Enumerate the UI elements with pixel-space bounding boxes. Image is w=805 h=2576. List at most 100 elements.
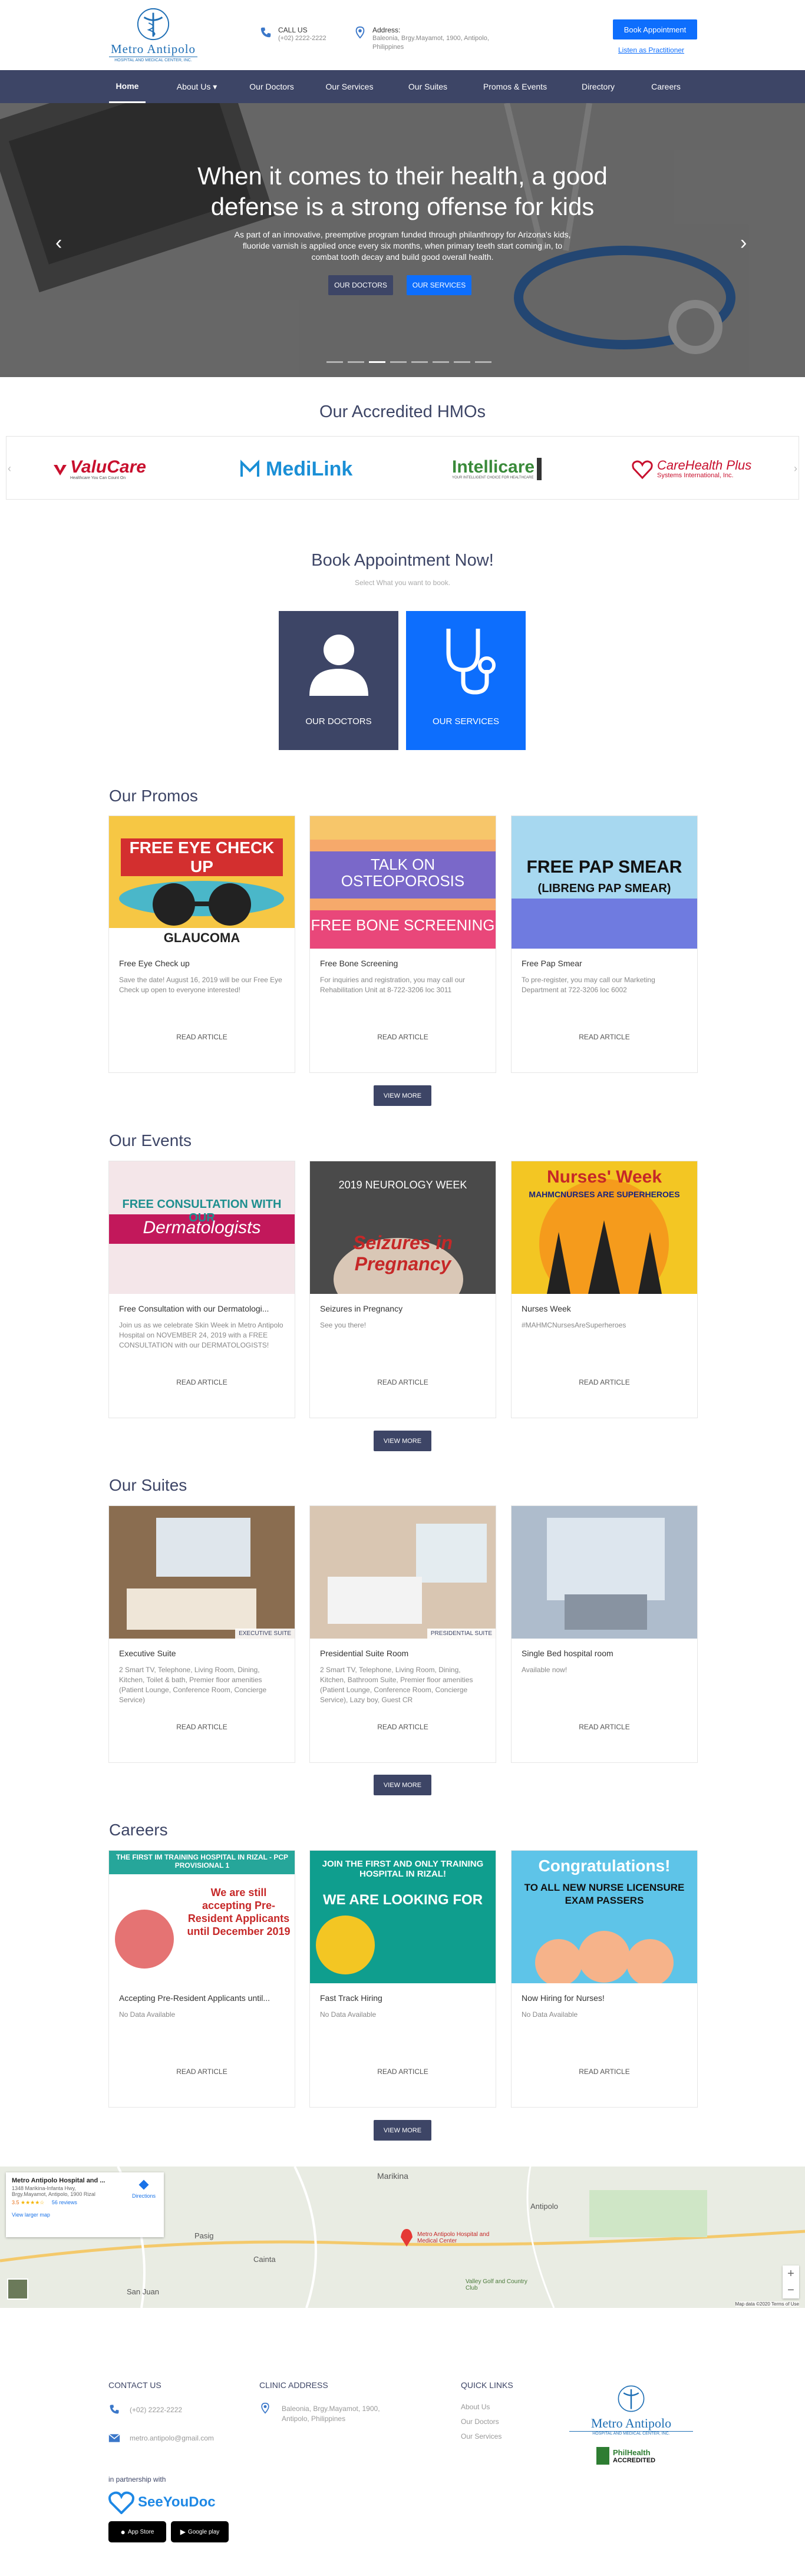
- career-title[interactable]: Fast Track Hiring: [320, 1993, 488, 2003]
- nav-our-services[interactable]: Our Services: [320, 70, 379, 103]
- suite-title[interactable]: Presidential Suite Room: [320, 1649, 488, 1658]
- career-title[interactable]: Accepting Pre-Resident Applicants until.…: [119, 1993, 287, 2003]
- google-map-embed[interactable]: Metro Antipolo Hospital and Medical Cent…: [0, 2167, 805, 2308]
- suite-title[interactable]: Single Bed hospital room: [522, 1649, 689, 1658]
- promo-title[interactable]: Free Eye Check up: [119, 959, 287, 968]
- event-title[interactable]: Nurses Week: [522, 1304, 689, 1313]
- career-card[interactable]: THE FIRST IM TRAINING HOSPITAL IN RIZAL …: [108, 1850, 295, 2108]
- hospital-logo[interactable]: Metro Antipolo HOSPITAL AND MEDICAL CENT…: [109, 7, 197, 63]
- executive-suite-photo: [109, 1506, 295, 1639]
- read-article-link[interactable]: READ ARTICLE: [512, 1378, 697, 1386]
- hmo-prev-icon[interactable]: ‹: [8, 463, 11, 475]
- suites-view-more-button[interactable]: VIEW MORE: [374, 1775, 431, 1795]
- suite-card[interactable]: EXECUTIVE SUITE Executive Suite 2 Smart …: [108, 1505, 295, 1763]
- suite-title[interactable]: Executive Suite: [119, 1649, 287, 1658]
- brand-name: Metro Antipolo: [110, 42, 196, 56]
- promo-card[interactable]: FREE EYE CHECK UP GLAUCOMA Free Eye Chec…: [108, 815, 295, 1073]
- read-article-link[interactable]: READ ARTICLE: [310, 1378, 496, 1386]
- book-appointment-button[interactable]: Book Appointment: [613, 19, 697, 39]
- rating-stars-icon: ★★★★☆: [21, 2199, 45, 2205]
- promo-desc: For inquiries and registration, you may …: [320, 976, 466, 994]
- app-store-badge[interactable]: ● App Store: [108, 2521, 166, 2542]
- hmo-logo-carehealth[interactable]: CareHealth Plus Systems International, I…: [631, 454, 751, 484]
- hero-title-line1: When it comes to their health, a good: [197, 162, 608, 190]
- zoom-out-icon[interactable]: −: [783, 2282, 799, 2298]
- brand-tagline: HOSPITAL AND MEDICAL CENTER, INC.: [109, 57, 197, 62]
- event-title[interactable]: Seizures in Pregnancy: [320, 1304, 488, 1313]
- caduceus-logo-icon: [137, 8, 170, 41]
- map-reviews-link[interactable]: 56 reviews: [52, 2199, 77, 2205]
- nav-directory[interactable]: Directory: [575, 70, 622, 103]
- suite-desc: Available now!: [522, 1666, 568, 1674]
- event-card[interactable]: Nurses' Week MAHMCNURSES ARE SUPERHEROES…: [511, 1161, 698, 1418]
- nav-home[interactable]: Home: [109, 70, 146, 103]
- hmo-logo-medilink[interactable]: MediLink: [240, 454, 352, 484]
- carousel-dot[interactable]: [411, 361, 428, 363]
- footer-link-doctors[interactable]: Our Doctors: [461, 2417, 499, 2427]
- carousel-dot[interactable]: [348, 361, 364, 363]
- read-article-link[interactable]: READ ARTICLE: [512, 1723, 697, 1731]
- hmo-logo-valucare[interactable]: ValuCare Healthcare You Can Count On: [52, 454, 146, 484]
- carousel-prev-icon[interactable]: ‹: [55, 232, 62, 255]
- carousel-dot[interactable]: [454, 361, 470, 363]
- carousel-next-icon[interactable]: ›: [740, 232, 747, 255]
- nav-promos-events[interactable]: Promos & Events: [477, 70, 553, 103]
- practitioner-link[interactable]: Listen as Practitioner: [618, 46, 684, 54]
- footer-link-about[interactable]: About Us: [461, 2402, 490, 2412]
- footer-email[interactable]: metro.antipolo@gmail.com: [130, 2433, 214, 2443]
- philhealth-name: PhilHealth: [613, 2448, 651, 2457]
- hero-title: When it comes to their health, a good de…: [0, 161, 805, 222]
- hero-our-doctors-button[interactable]: OUR DOCTORS: [328, 275, 393, 295]
- careers-view-more-button[interactable]: VIEW MORE: [374, 2120, 431, 2141]
- suite-card[interactable]: Single Bed hospital room Available now! …: [511, 1505, 698, 1763]
- carousel-dot[interactable]: [369, 361, 385, 363]
- nav-about-us[interactable]: About Us ▾: [170, 70, 223, 103]
- footer-hospital-logo[interactable]: Metro Antipolo HOSPITAL AND MEDICAL CENT…: [569, 2385, 693, 2436]
- promo-poster-bone: TALK ON OSTEOPOROSIS FREE BONE SCREENING: [310, 816, 496, 949]
- career-card[interactable]: JOIN THE FIRST AND ONLY TRAINING HOSPITA…: [309, 1850, 496, 2108]
- read-article-link[interactable]: READ ARTICLE: [109, 2068, 295, 2076]
- nav-our-suites[interactable]: Our Suites: [401, 70, 454, 103]
- map-larger-link[interactable]: View larger map: [12, 2212, 158, 2218]
- promo-card[interactable]: TALK ON OSTEOPOROSIS FREE BONE SCREENING…: [309, 815, 496, 1073]
- hmo-logo-intellicare[interactable]: Intellicare YOUR INTELLIGENT CHOICE FOR …: [452, 454, 542, 484]
- hero-our-services-button[interactable]: OUR SERVICES: [407, 275, 471, 295]
- read-article-link[interactable]: READ ARTICLE: [310, 1723, 496, 1731]
- promo-card[interactable]: FREE PAP SMEAR (LIBRENG PAP SMEAR) Free …: [511, 815, 698, 1073]
- map-label-pasig: Pasig: [194, 2231, 214, 2240]
- nav-our-doctors[interactable]: Our Doctors: [242, 70, 301, 103]
- read-article-link[interactable]: READ ARTICLE: [512, 2068, 697, 2076]
- career-card[interactable]: Congratulations! TO ALL NEW NURSE LICENS…: [511, 1850, 698, 2108]
- read-article-link[interactable]: READ ARTICLE: [109, 1378, 295, 1386]
- nav-careers[interactable]: Careers: [645, 70, 687, 103]
- read-article-link[interactable]: READ ARTICLE: [310, 2068, 496, 2076]
- career-title[interactable]: Now Hiring for Nurses!: [522, 1993, 689, 2003]
- carousel-dot[interactable]: [390, 361, 407, 363]
- google-play-badge[interactable]: ▶ Google play: [171, 2521, 229, 2542]
- footer-phone[interactable]: (+02) 2222-2222: [130, 2405, 182, 2415]
- map-satellite-toggle[interactable]: [7, 2278, 28, 2300]
- event-card[interactable]: 2019 NEUROLOGY WEEK Seizures in Pregnanc…: [309, 1161, 496, 1418]
- promo-title[interactable]: Free Pap Smear: [522, 959, 689, 968]
- carousel-dot[interactable]: [475, 361, 491, 363]
- promo-title[interactable]: Free Bone Screening: [320, 959, 488, 968]
- read-article-link[interactable]: READ ARTICLE: [512, 1033, 697, 1041]
- suite-card[interactable]: PRESIDENTIAL SUITE Presidential Suite Ro…: [309, 1505, 496, 1763]
- read-article-link[interactable]: READ ARTICLE: [109, 1033, 295, 1041]
- seeyoudoc-logo[interactable]: SeeYouDoc: [108, 2491, 216, 2514]
- footer-link-services[interactable]: Our Services: [461, 2432, 502, 2442]
- zoom-in-icon[interactable]: +: [783, 2265, 799, 2282]
- map-directions-button[interactable]: Directions: [132, 2179, 156, 2199]
- event-card[interactable]: FREE CONSULTATION WITH OUR Dermatologist…: [108, 1161, 295, 1418]
- carousel-dot[interactable]: [433, 361, 449, 363]
- book-our-services-card[interactable]: OUR SERVICES: [406, 611, 526, 750]
- promos-view-more-button[interactable]: VIEW MORE: [374, 1085, 431, 1106]
- read-article-link[interactable]: READ ARTICLE: [310, 1033, 496, 1041]
- google-play-label: Google play: [187, 2528, 220, 2535]
- carousel-dot[interactable]: [326, 361, 343, 363]
- events-view-more-button[interactable]: VIEW MORE: [374, 1431, 431, 1451]
- book-our-doctors-card[interactable]: OUR DOCTORS: [279, 611, 398, 750]
- hmo-next-icon[interactable]: ›: [794, 463, 797, 475]
- read-article-link[interactable]: READ ARTICLE: [109, 1723, 295, 1731]
- event-title[interactable]: Free Consultation with our Dermatologi..…: [119, 1304, 287, 1313]
